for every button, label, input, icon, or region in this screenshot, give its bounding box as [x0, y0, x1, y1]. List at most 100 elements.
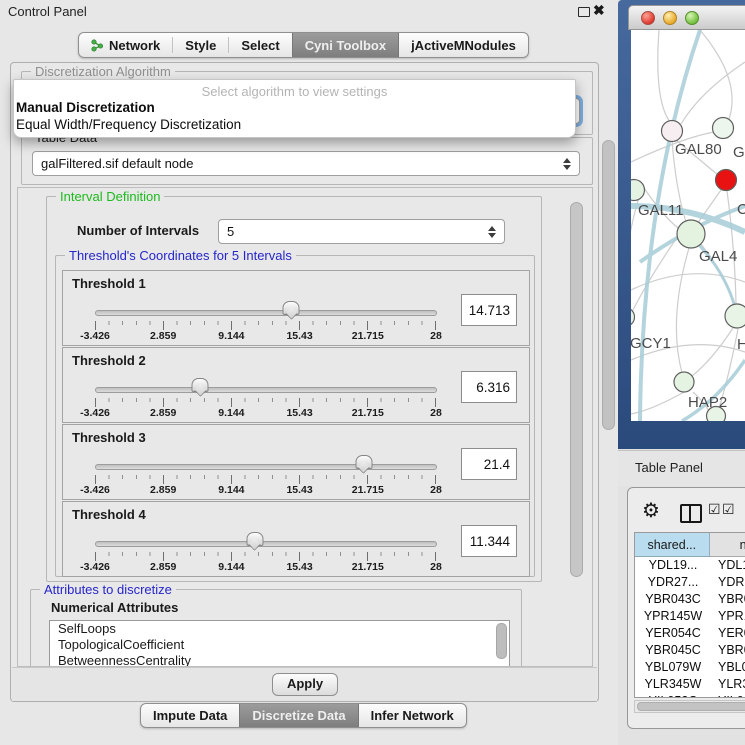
number-of-intervals-combo[interactable]: 5 [218, 219, 505, 244]
apply-button[interactable]: Apply [272, 673, 338, 696]
node-red-selected[interactable] [716, 170, 737, 191]
node-right[interactable] [725, 304, 745, 328]
threshold-1-slider-thumb[interactable] [283, 301, 300, 315]
cell-name: YDR2 [711, 574, 745, 591]
table-row[interactable]: YLR345W YLR3 [635, 676, 745, 693]
column-header-name[interactable]: n... [710, 533, 745, 557]
tab-infer-network[interactable]: Infer Network [359, 704, 466, 727]
cell-name: YDL1 [711, 557, 745, 574]
tab-jactivemnodules[interactable]: jActiveMNodules [399, 33, 528, 57]
scale-label: 15.43 [286, 484, 312, 496]
popup-option-manual-discretization[interactable]: Manual Discretization [16, 100, 573, 115]
table-row[interactable]: YIL052C YIL0 [635, 693, 745, 698]
tab-cyni-toolbox[interactable]: Cyni Toolbox [292, 33, 399, 57]
settings-scrollbar[interactable] [570, 202, 583, 577]
screen: Control Panel ✖ Network Style [0, 0, 745, 745]
node-label-clipped: H [737, 336, 745, 353]
node-gal11[interactable] [631, 180, 645, 201]
table-row[interactable]: YBL079W YBL0 [635, 659, 745, 676]
checkbox-icon[interactable]: ☑ [722, 501, 735, 518]
slider-scale-labels: -3.426 2.859 9.144 15.43 21.715 28 [95, 330, 436, 342]
cell-shared-name: YBR045C [635, 642, 711, 659]
threshold-4-panel: Threshold 4 -3.426 2.859 9.144 15.43 21.… [62, 501, 530, 577]
split-view-icon[interactable] [680, 504, 702, 523]
control-panel-titlebar: Control Panel ✖ [0, 0, 618, 24]
scale-label: 28 [430, 561, 442, 573]
list-item[interactable]: TopologicalCoefficient [50, 637, 509, 653]
threshold-1-value-field[interactable]: 14.713 [461, 294, 517, 326]
threshold-4-slider-thumb[interactable] [246, 532, 263, 546]
cyni-toolbox-panel: Discretization Algorithm Table Data galF… [10, 62, 599, 702]
scale-label: 15.43 [286, 330, 312, 342]
node-label-gal80: GAL80 [675, 141, 722, 158]
threshold-4-value-field[interactable]: 11.344 [461, 525, 517, 557]
zoom-traffic-light-icon[interactable] [685, 11, 699, 25]
cell-shared-name: YDR27... [635, 574, 711, 591]
list-scrollbar[interactable] [496, 623, 507, 659]
close-window-icon[interactable]: ✖ [593, 2, 605, 19]
popup-option-equal-width-frequency[interactable]: Equal Width/Frequency Discretization [16, 117, 573, 132]
threshold-3-value-field[interactable]: 21.4 [461, 448, 517, 480]
checkbox-icon[interactable]: ☑ [708, 501, 721, 518]
node-gal4[interactable] [677, 220, 705, 248]
slider-ticks [95, 475, 436, 484]
node-label-gcy1: GCY1 [631, 335, 671, 352]
network-canvas[interactable]: GAL80 G. GAL11 C GAL4 GCY1 H HAP2 [631, 30, 745, 421]
cell-name: YBR0 [711, 591, 745, 608]
scale-label: 2.859 [150, 484, 176, 496]
node-label-clipped: G. [733, 144, 745, 161]
network-view-window: GAL80 G. GAL11 C GAL4 GCY1 H HAP2 [618, 0, 745, 449]
minimize-traffic-light-icon[interactable] [663, 11, 677, 25]
threshold-3-slider-thumb[interactable] [355, 455, 372, 469]
tab-network-label: Network [109, 38, 160, 53]
table-panel-title: Table Panel [635, 460, 703, 475]
numerical-attributes-list: SelfLoops TopologicalCoefficient Between… [49, 620, 510, 667]
tab-network[interactable]: Network [79, 33, 172, 57]
tab-select[interactable]: Select [229, 33, 291, 57]
table-row[interactable]: YPR145W YPR1 [635, 608, 745, 625]
scale-label: 2.859 [150, 561, 176, 573]
combo-stepper-icon [563, 158, 571, 170]
gear-icon[interactable]: ⚙ [642, 498, 660, 523]
threshold-2-slider-thumb[interactable] [192, 378, 209, 392]
scale-label: 2.859 [150, 407, 176, 419]
table-row[interactable]: YDR27... YDR2 [635, 574, 745, 591]
table-row[interactable]: YBR043C YBR0 [635, 591, 745, 608]
node-table: shared... n... YDL19... YDL1 YDR27... YD… [634, 532, 745, 698]
network-window-titlebar [628, 5, 745, 30]
table-panel-titlebar: Table Panel [618, 450, 745, 486]
table-row[interactable]: YDL19... YDL1 [635, 557, 745, 574]
table-horizontal-scrollbar-thumb[interactable] [637, 702, 745, 711]
float-window-icon[interactable] [578, 7, 590, 17]
scale-label: -3.426 [80, 484, 110, 496]
list-item[interactable]: SelfLoops [50, 621, 509, 637]
node-label-gal4: GAL4 [699, 248, 737, 265]
list-item[interactable]: BetweennessCentrality [50, 653, 509, 667]
table-row[interactable]: YBR045C YBR0 [635, 642, 745, 659]
numerical-attributes-label: Numerical Attributes [51, 600, 178, 615]
tab-jactivemnodules-label: jActiveMNodules [411, 38, 516, 53]
threshold-2-label: Threshold 2 [72, 353, 146, 368]
table-data-combo[interactable]: galFiltered.sif default node [32, 151, 580, 176]
node-gal80[interactable] [662, 121, 683, 142]
threshold-coordinates-group: Threshold's Coordinates for 5 Intervals … [55, 255, 535, 577]
tab-style[interactable]: Style [173, 33, 228, 57]
scale-label: 15.43 [286, 407, 312, 419]
tab-infer-network-label: Infer Network [371, 708, 454, 723]
tab-cyni-toolbox-label: Cyni Toolbox [305, 38, 386, 53]
table-row[interactable]: YER054C YER0 [635, 625, 745, 642]
control-panel-scrollbar[interactable] [602, 140, 615, 430]
scale-label: 28 [430, 484, 442, 496]
scale-label: 21.715 [352, 561, 384, 573]
threshold-3-panel: Threshold 3 -3.426 2.859 9.144 15.43 21.… [62, 424, 530, 500]
column-header-shared-name[interactable]: shared... [635, 533, 710, 557]
threshold-coordinates-title: Threshold's Coordinates for 5 Intervals [65, 248, 296, 263]
node-top-right[interactable] [713, 118, 734, 139]
tab-impute-data[interactable]: Impute Data [141, 704, 239, 727]
tab-discretize-data[interactable]: Discretize Data [239, 704, 358, 727]
close-traffic-light-icon[interactable] [641, 11, 655, 25]
table-horizontal-scrollbar[interactable] [634, 700, 745, 713]
threshold-2-value-field[interactable]: 6.316 [461, 371, 517, 403]
node-hap2[interactable] [674, 372, 694, 392]
scale-label: 21.715 [352, 407, 384, 419]
